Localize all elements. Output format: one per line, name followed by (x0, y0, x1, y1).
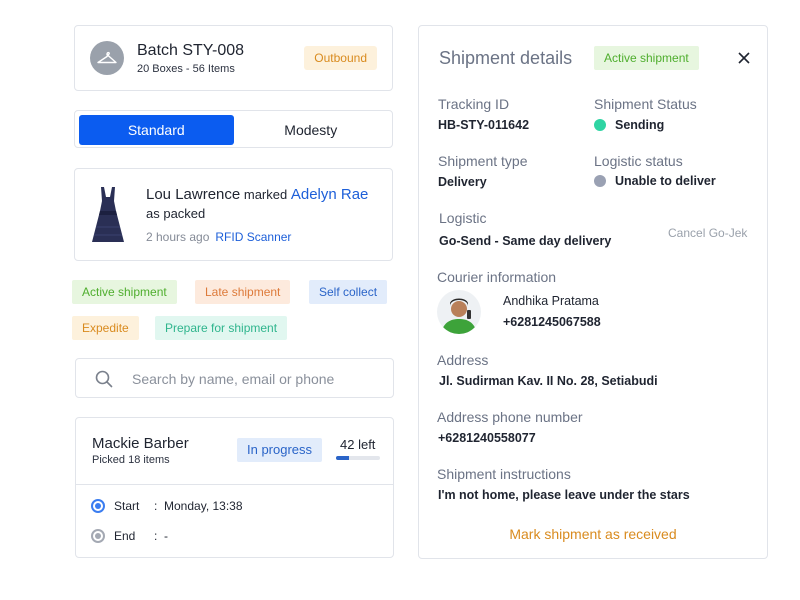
courier-phone: +6281245067588 (503, 315, 601, 329)
tag-expedite[interactable]: Expedite (72, 316, 139, 340)
tag-active-shipment[interactable]: Active shipment (72, 280, 177, 304)
activity-time: 2 hours ago (146, 230, 210, 244)
tracking-id-value: HB-STY-011642 (438, 118, 530, 132)
pick-progress-fill (336, 456, 350, 460)
packing-mode-toggle: Standard Modesty (74, 110, 393, 148)
logistic-label: Logistic (439, 210, 487, 226)
search-icon (95, 370, 113, 393)
batch-card: Batch STY-008 20 Boxes - 56 Items Outbou… (74, 25, 393, 91)
address-phone-value: +6281240558077 (438, 431, 536, 445)
active-shipment-badge: Active shipment (594, 46, 699, 70)
tag-prepare-for-shipment[interactable]: Prepare for shipment (155, 316, 288, 340)
activity-card: Lou Lawrence marked Adelyn Rae as packed… (74, 168, 393, 261)
end-separator: : (154, 529, 158, 543)
dress-thumbnail (90, 185, 126, 250)
shipment-status-value: Sending (615, 118, 665, 132)
standard-option[interactable]: Standard (79, 115, 234, 145)
items-left: 42 left (340, 437, 376, 452)
end-radio[interactable] (91, 529, 105, 543)
activity-source[interactable]: RFID Scanner (215, 230, 291, 244)
activity-verb: marked (243, 187, 288, 202)
tag-late-shipment[interactable]: Late shipment (195, 280, 291, 304)
hanger-icon (90, 41, 124, 75)
mark-received-button[interactable]: Mark shipment as received (419, 526, 767, 542)
activity-target[interactable]: Adelyn Rae (291, 186, 369, 203)
shipment-type-label: Shipment type (438, 153, 528, 169)
shipment-status-label: Shipment Status (594, 96, 697, 112)
sending-status-dot (594, 119, 606, 131)
start-label: Start (114, 499, 140, 513)
modesty-option[interactable]: Modesty (234, 115, 389, 145)
end-row: End : - (91, 529, 168, 543)
close-icon[interactable] (736, 50, 752, 66)
divider (76, 484, 393, 485)
cancel-go-jek-link[interactable]: Cancel Go-Jek (668, 226, 747, 240)
in-progress-badge: In progress (237, 438, 323, 462)
tag-self-collect[interactable]: Self collect (309, 280, 388, 304)
batch-title: Batch STY-008 (137, 42, 245, 59)
search-input[interactable] (132, 368, 382, 390)
courier-info-label: Courier information (437, 269, 557, 285)
batch-subtitle: 20 Boxes - 56 Items (137, 63, 235, 75)
address-phone-label: Address phone number (437, 409, 583, 425)
panel-title: Shipment details (439, 48, 573, 68)
logistic-value: Go-Send - Same day delivery (439, 234, 612, 248)
address-value: Jl. Sudirman Kav. II No. 28, Setiabudi (439, 374, 658, 388)
start-value: Monday, 13:38 (164, 499, 243, 513)
tracking-id-label: Tracking ID (438, 96, 510, 112)
pick-progress-bar (336, 456, 380, 460)
picker-subtitle: Picked 18 items (92, 454, 170, 466)
start-separator: : (154, 499, 158, 513)
logistic-status-label: Logistic status (594, 153, 683, 169)
instructions-label: Shipment instructions (437, 466, 571, 482)
activity-actor[interactable]: Lou Lawrence (146, 186, 240, 203)
courier-name: Andhika Pratama (503, 294, 599, 308)
logistic-status-value: Unable to deliver (615, 174, 716, 188)
courier-avatar (437, 290, 481, 334)
start-row: Start : Monday, 13:38 (91, 499, 243, 513)
logistic-status-dot (594, 175, 606, 187)
shipment-type-value: Delivery (438, 175, 487, 189)
instructions-value: I'm not home, please leave under the sta… (438, 488, 690, 502)
start-radio[interactable] (91, 499, 105, 513)
picker-card: Mackie Barber Picked 18 items In progres… (75, 417, 394, 558)
search-box (75, 358, 394, 398)
shipment-details-panel: Shipment details Active shipment Trackin… (418, 25, 768, 559)
end-value: - (164, 529, 169, 543)
picker-name: Mackie Barber (92, 435, 189, 452)
outbound-badge: Outbound (304, 46, 377, 70)
activity-action: as packed (146, 206, 206, 221)
address-label: Address (437, 352, 489, 368)
end-label: End (114, 529, 136, 543)
